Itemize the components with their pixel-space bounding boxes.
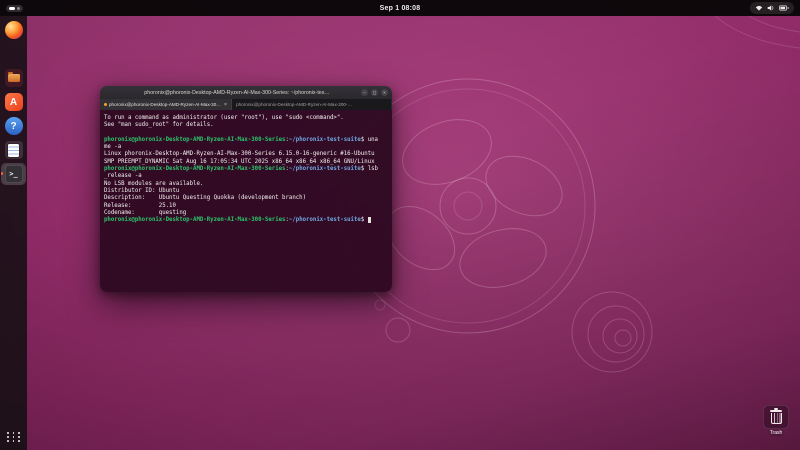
help-icon: ? (5, 117, 23, 135)
app-center-icon: A (5, 93, 23, 111)
libreoffice-writer-icon (5, 141, 23, 159)
clock[interactable]: Sep 1 08:08 (0, 5, 800, 12)
window-titlebar[interactable]: phoronix@phoronix-Desktop-AMD-Ryzen-AI-M… (100, 86, 392, 99)
trash-icon (763, 405, 789, 429)
window-controls: − ◻ × (361, 89, 388, 96)
terminal-body[interactable]: To run a command as administrator (user … (100, 110, 392, 292)
trash-label: Trash (770, 430, 783, 436)
terminal-line: Release: 25.10 (104, 203, 388, 210)
dock-item-firefox[interactable] (1, 19, 26, 41)
tab-close-icon[interactable]: × (224, 102, 227, 108)
system-tray[interactable] (750, 2, 794, 14)
thunderbird-icon (5, 45, 23, 63)
maximize-button[interactable]: ◻ (371, 89, 378, 96)
dock-item-help[interactable]: ? (1, 115, 26, 137)
terminal-line: No LSB modules are available. (104, 181, 388, 188)
dock-item-thunderbird[interactable] (1, 43, 26, 65)
firefox-icon (5, 21, 23, 39)
files-icon (5, 69, 23, 87)
close-button[interactable]: × (381, 89, 388, 96)
tab-activity-icon (104, 103, 107, 106)
terminal-line: me -a (104, 144, 388, 151)
terminal-line: Codename: questing (104, 210, 388, 217)
terminal-line: phoronix@phoronix-Desktop-AMD-Ryzen-AI-M… (104, 217, 388, 224)
tab-1-label: phoronix@phoronix-Desktop-AMD-Ryzen-AI-M… (109, 102, 221, 107)
running-indicator-dot (1, 172, 3, 175)
terminal-line: To run a command as administrator (user … (104, 115, 388, 122)
terminal-window: phoronix@phoronix-Desktop-AMD-Ryzen-AI-M… (100, 86, 392, 292)
terminal-line: phoronix@phoronix-Desktop-AMD-Ryzen-AI-M… (104, 166, 388, 173)
tab-bar: phoronix@phoronix-Desktop-AMD-Ryzen-AI-M… (100, 99, 392, 110)
volume-icon (767, 4, 775, 12)
trash-desktop-icon[interactable]: Trash (760, 405, 792, 436)
terminal-line (104, 130, 388, 137)
terminal-line: See "man sudo_root" for details. (104, 122, 388, 129)
window-title: phoronix@phoronix-Desktop-AMD-Ryzen-AI-M… (120, 90, 354, 96)
network-icon (755, 4, 763, 12)
battery-icon (779, 4, 789, 12)
show-apps-button[interactable] (7, 430, 21, 444)
top-bar: Sep 1 08:08 (0, 0, 800, 16)
dock-item-app-center[interactable]: A (1, 91, 26, 113)
terminal-line: _release -a (104, 173, 388, 180)
terminal-icon: >_ (5, 165, 23, 183)
terminal-line: Linux phoronix-Desktop-AMD-Ryzen-AI-Max-… (104, 151, 388, 158)
desktop: Sep 1 08:08 A ? (0, 0, 800, 450)
terminal-line: SMP PREEMPT_DYNAMIC Sat Aug 16 17:05:34 … (104, 159, 388, 166)
terminal-output: To run a command as administrator (user … (104, 115, 388, 224)
terminal-line: Description: Ubuntu Questing Quokka (dev… (104, 195, 388, 202)
dock-item-files[interactable] (1, 67, 26, 89)
minimize-button[interactable]: − (361, 89, 368, 96)
terminal-line: phoronix@phoronix-Desktop-AMD-Ryzen-AI-M… (104, 137, 388, 144)
dock-item-terminal[interactable]: >_ (1, 163, 26, 185)
tab-1[interactable]: phoronix@phoronix-Desktop-AMD-Ryzen-AI-M… (100, 99, 232, 110)
tab-2[interactable]: phoronix@phoronix-Desktop-AMD-Ryzen-AI-M… (232, 99, 392, 110)
dock-item-libreoffice-writer[interactable] (1, 139, 26, 161)
terminal-line: Distributor ID: Ubuntu (104, 188, 388, 195)
tab-2-label: phoronix@phoronix-Desktop-AMD-Ryzen-AI-M… (236, 102, 354, 107)
dock: A ? >_ (0, 16, 27, 450)
